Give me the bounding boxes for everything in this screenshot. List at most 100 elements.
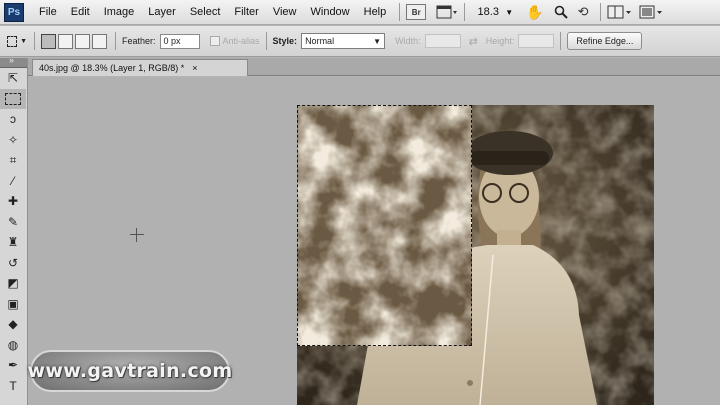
menu-image[interactable]: Image [97,0,142,25]
move-icon: ⇱ [7,71,19,86]
tools-panel-grip[interactable] [0,55,27,68]
photo-artwork [297,105,654,405]
menu-select[interactable]: Select [183,0,228,25]
chevron-down-icon: ▼ [20,37,27,45]
photoshop-window: Ps File Edit Image Layer Select Filter V… [0,0,720,405]
zoom-tool-button[interactable] [554,3,568,21]
rectangular-marquee-icon [5,92,21,105]
tools-panel: ⇱ ↄ ✧ ⌗ ⁄ ✚ ✎ ♜ ↺ ◩ ▣ ◆ ◍ ✒ T [0,55,28,405]
tool-button[interactable]: ✒ [0,355,26,376]
menu-separator [599,3,601,21]
arrange-documents-button[interactable] [607,3,633,21]
options-separator [34,32,35,50]
tool-button[interactable]: ⌗ [0,150,26,171]
arrange-documents-icon [607,5,631,19]
screen-mode-button[interactable] [639,3,663,21]
watermark-text: www.gavtrain.com [27,360,233,382]
bridge-icon: Br [406,4,427,20]
width-input[interactable] [424,34,461,48]
antialias-checkbox[interactable] [209,36,220,46]
tool-button[interactable]: ↺ [0,253,26,274]
menu-help[interactable]: Help [357,0,394,25]
subtract-from-selection-button[interactable] [75,33,90,49]
watermark-logo: www.gavtrain.com [27,350,233,392]
rotate-view-button[interactable]: ⟲ [578,3,589,21]
rotate-view-icon: ⟲ [577,4,589,19]
crop-icon: ⌗ [9,152,17,167]
clone-stamp-icon: ♜ [7,235,19,250]
tool-button[interactable]: T [0,376,26,397]
options-separator [560,32,562,50]
options-separator [265,32,267,50]
screen-mode-icon [639,5,662,19]
zoom-dropdown-icon[interactable]: ▼ [505,8,513,17]
tool-button[interactable]: ♜ [0,232,26,253]
options-separator [115,32,116,50]
add-to-selection-button[interactable] [58,33,73,49]
style-select[interactable]: Normal ▼ [301,33,386,49]
tool-button[interactable]: ✎ [0,212,26,233]
view-extras-icon [436,5,458,19]
tool-button[interactable]: ✧ [0,130,26,151]
gradient-icon: ▣ [7,296,19,311]
tool-button[interactable]: ⇱ [0,68,26,89]
photoshop-logo: Ps [4,2,24,22]
dodge-icon: ◍ [7,337,19,352]
menu-separator [399,3,401,21]
tools-list: ⇱ ↄ ✧ ⌗ ⁄ ✚ ✎ ♜ ↺ ◩ ▣ ◆ ◍ ✒ T [0,68,27,396]
chevron-down-icon: ▼ [373,36,382,46]
pen-icon: ✒ [7,358,19,373]
tool-button[interactable]: ✚ [0,191,26,212]
blur-icon: ◆ [8,317,18,332]
tool-button[interactable]: ▣ [0,294,26,315]
document-tab[interactable]: 40s.jpg @ 18.3% (Layer 1, RGB/8) * × [32,59,248,76]
height-input[interactable] [518,34,555,48]
menu-window[interactable]: Window [304,0,357,25]
intersect-selection-button[interactable] [92,33,107,49]
menu-filter[interactable]: Filter [227,0,265,25]
magic-wand-icon: ✧ [7,132,19,147]
refine-edge-button[interactable]: Refine Edge... [567,32,643,50]
close-icon[interactable]: × [192,63,197,73]
healing-brush-icon: ✚ [7,194,19,209]
tool-button[interactable]: ⁄ [0,171,26,192]
document-tab-bar: 40s.jpg @ 18.3% (Layer 1, RGB/8) * × [28,58,720,76]
history-brush-icon: ↺ [7,255,19,270]
zoom-level[interactable]: 18.3 [471,6,505,18]
tool-button[interactable]: ◍ [0,335,26,356]
options-bar: ▼ Feather: 0 px Anti-alias Style: Normal… [0,26,720,57]
magnifier-icon [554,5,568,19]
style-label: Style: [272,36,298,46]
hand-icon: ✋ [526,3,544,20]
brush-icon: ✎ [7,214,19,229]
tool-button[interactable]: ◆ [0,314,26,335]
antialias-label: Anti-alias [222,36,260,46]
menu-edit[interactable]: Edit [64,0,97,25]
tool-button[interactable] [0,88,26,109]
menu-separator [464,3,466,21]
feather-input[interactable]: 0 px [159,33,200,49]
crosshair-cursor-icon [130,228,144,242]
menu-layer[interactable]: Layer [141,0,183,25]
eyedropper-icon: ⁄ [11,173,14,188]
menu-view[interactable]: View [266,0,304,25]
tool-button[interactable]: ◩ [0,273,26,294]
type-icon: T [9,378,17,393]
document-tab-title: 40s.jpg @ 18.3% (Layer 1, RGB/8) * [39,63,185,73]
menu-file[interactable]: File [32,0,64,25]
lasso-icon: ↄ [10,112,16,127]
tool-button[interactable]: ↄ [0,109,26,130]
menu-bar: Ps File Edit Image Layer Select Filter V… [0,0,720,25]
feather-label: Feather: [122,36,156,46]
style-value: Normal [305,36,335,46]
view-extras-button[interactable] [436,3,458,21]
tool-preset-picker[interactable]: ▼ [6,31,28,51]
hand-tool-button[interactable]: ✋ [526,3,543,21]
selection-mode-group [41,33,109,49]
eraser-icon: ◩ [7,276,19,291]
document-image[interactable] [297,105,654,405]
width-label: Width: [395,36,421,46]
bridge-button[interactable]: Br [406,3,427,21]
new-selection-button[interactable] [41,33,56,49]
swap-dimensions-icon[interactable]: ⇄ [469,35,478,48]
